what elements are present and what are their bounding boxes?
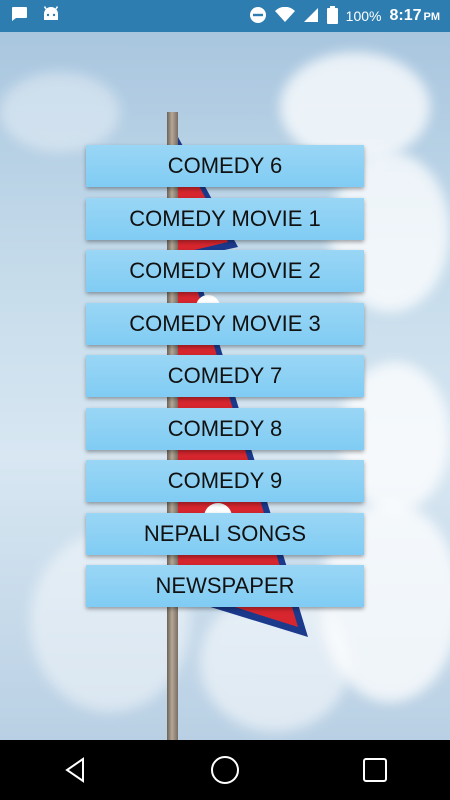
dnd-icon — [249, 6, 267, 27]
menu-item-comedy-movie-2[interactable]: COMEDY MOVIE 2 — [86, 250, 364, 292]
back-icon — [65, 757, 84, 783]
recents-button[interactable] — [345, 740, 405, 800]
recents-icon — [363, 758, 387, 782]
clock-time: 8:17 — [389, 7, 422, 24]
status-left — [10, 5, 60, 27]
status-right: 100% 8:17 PM — [249, 5, 440, 27]
signal-icon — [303, 7, 319, 26]
home-button[interactable] — [195, 740, 255, 800]
menu-item-nepali-songs[interactable]: NEPALI SONGS — [86, 512, 364, 555]
home-icon — [211, 756, 239, 784]
back-button[interactable] — [45, 740, 105, 800]
menu-item-comedy-movie-1[interactable]: COMEDY MOVIE 1 — [86, 197, 364, 240]
navigation-bar — [0, 740, 450, 800]
chat-icon — [10, 6, 28, 27]
menu-item-comedy-8[interactable]: COMEDY 8 — [86, 407, 364, 450]
battery-percent: 100% — [345, 8, 382, 24]
menu-list: COMEDY 6 COMEDY MOVIE 1 COMEDY MOVIE 2 C… — [86, 145, 364, 618]
menu-item-comedy-9[interactable]: COMEDY 9 — [86, 460, 364, 502]
clock-ampm: PM — [423, 11, 441, 23]
status-bar: 100% 8:17 PM — [0, 0, 450, 32]
battery-icon — [326, 5, 338, 27]
background-sky: COMEDY 6 COMEDY MOVIE 1 COMEDY MOVIE 2 C… — [0, 32, 450, 740]
menu-item-newspaper[interactable]: NEWSPAPER — [86, 565, 364, 607]
cloud — [0, 72, 120, 152]
menu-item-comedy-7[interactable]: COMEDY 7 — [86, 355, 364, 397]
android-icon — [42, 5, 60, 27]
clock: 8:17 PM — [389, 7, 440, 25]
menu-item-comedy-6[interactable]: COMEDY 6 — [86, 145, 364, 187]
wifi-icon — [274, 6, 295, 26]
menu-item-comedy-movie-3[interactable]: COMEDY MOVIE 3 — [86, 302, 364, 345]
